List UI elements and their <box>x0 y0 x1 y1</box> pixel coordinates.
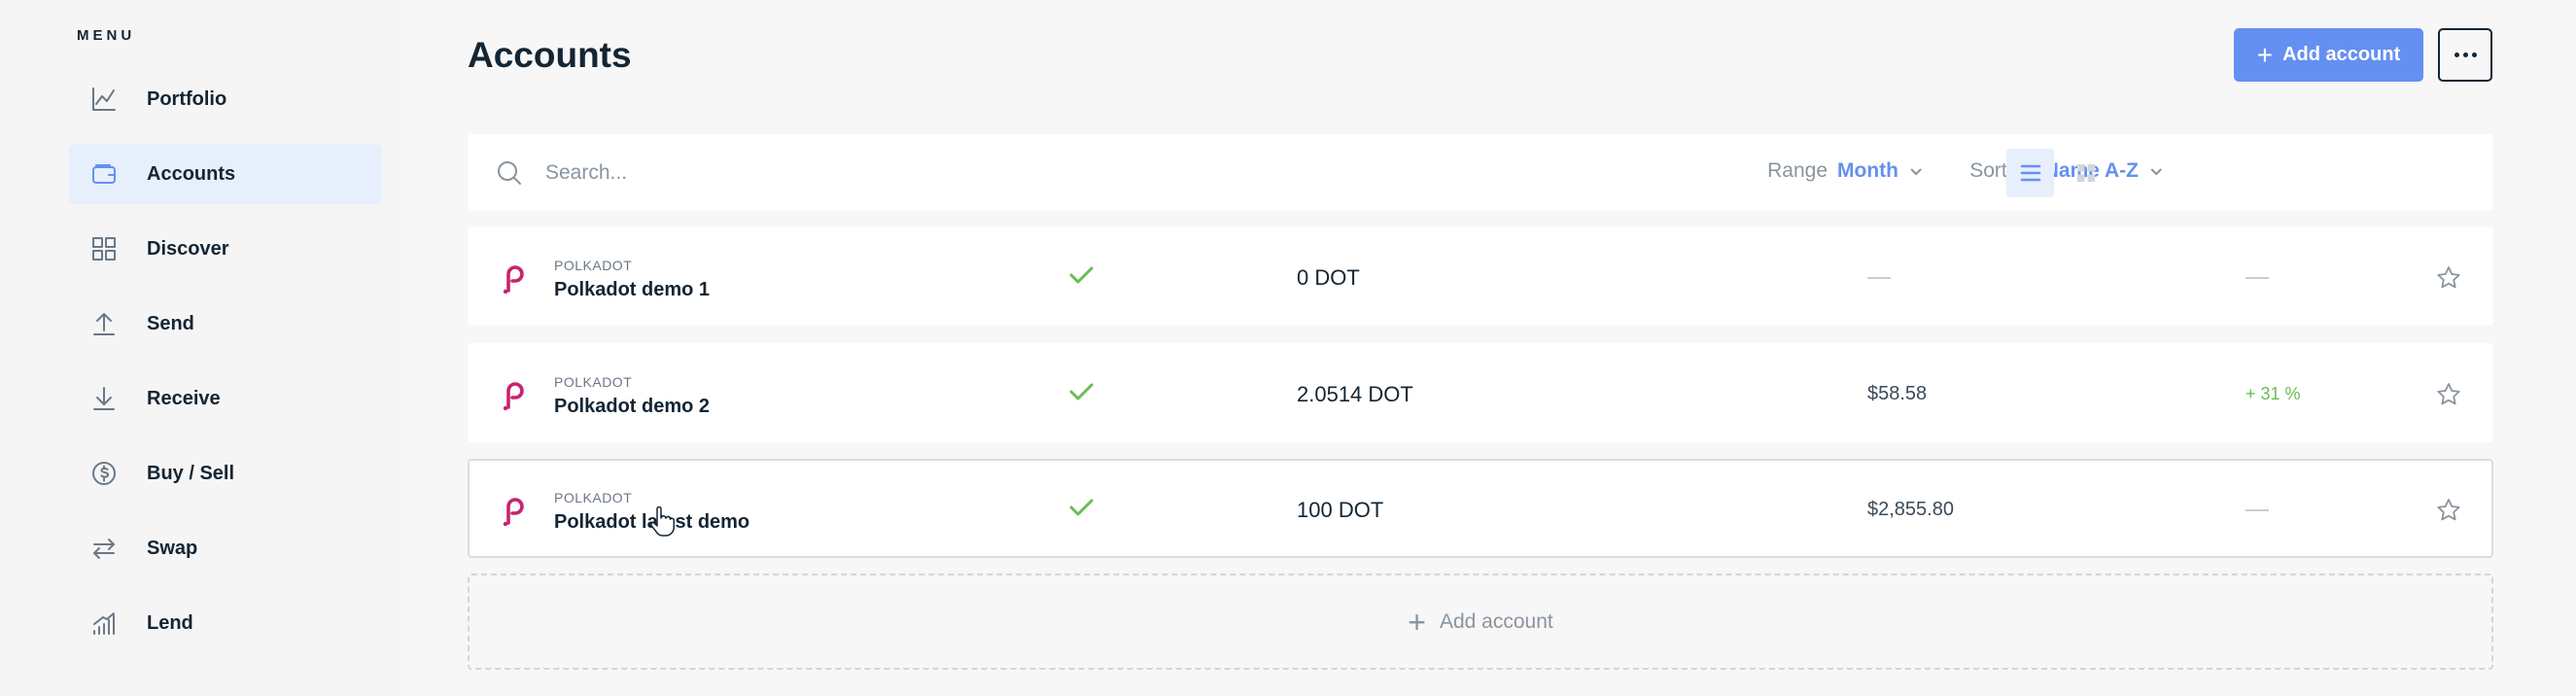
main-content: Accounts + Add account Range Month Sort … <box>406 0 2576 696</box>
synced-check-icon <box>1069 266 1094 284</box>
page-title: Accounts <box>468 35 632 75</box>
sidebar-item-lend[interactable]: Lend <box>69 593 382 653</box>
add-account-row-label: Add account <box>1439 609 1553 633</box>
account-change: + 31 % <box>2245 384 2301 403</box>
sidebar-item-label: Swap <box>147 537 198 559</box>
range-label: Range <box>1767 159 1828 182</box>
grid-icon <box>2076 164 2095 182</box>
sidebar-item-label: Discover <box>147 237 229 260</box>
add-account-button[interactable]: + Add account <box>2234 28 2423 82</box>
grid-icon <box>90 235 118 262</box>
sidebar-item-accounts[interactable]: Accounts <box>69 144 382 204</box>
arrow-down-icon <box>90 385 118 412</box>
account-ticker: POLKADOT <box>554 490 633 505</box>
wallet-icon <box>90 160 118 188</box>
chevron-down-icon <box>2150 168 2162 176</box>
more-options-button[interactable] <box>2438 28 2492 82</box>
account-balance: 0 DOT <box>1297 265 1360 290</box>
sidebar-item-label: Receive <box>147 387 221 409</box>
sidebar-item-send[interactable]: Send <box>69 294 382 354</box>
account-row[interactable]: POLKADOT Polkadot latest demo 100 DOT $2… <box>468 459 2493 558</box>
account-name: Polkadot demo 1 <box>554 279 711 300</box>
account-fiat-value: $2,855.80 <box>1867 499 1954 520</box>
sidebar-item-label: Buy / Sell <box>147 462 235 484</box>
account-row[interactable]: POLKADOT Polkadot demo 2 2.0514 DOT $58.… <box>468 343 2493 442</box>
plus-icon: + <box>1408 604 1426 640</box>
synced-check-icon <box>1069 383 1094 400</box>
arrow-up-icon <box>90 310 118 337</box>
account-row[interactable]: POLKADOT Polkadot demo 1 0 DOT <box>468 226 2493 326</box>
sidebar-item-discover[interactable]: Discover <box>69 219 382 279</box>
fiat-empty-dash <box>1867 277 1891 279</box>
sidebar: MENU Portfolio Accounts Discover Send Re… <box>0 0 406 696</box>
account-balance: 2.0514 DOT <box>1297 382 1413 406</box>
polkadot-icon <box>503 265 524 295</box>
account-ticker: POLKADOT <box>554 374 633 390</box>
add-account-label: Add account <box>2282 44 2401 65</box>
menu-title: MENU <box>77 27 136 44</box>
range-value: Month <box>1837 159 1898 182</box>
star-icon[interactable] <box>2436 382 2461 407</box>
search-icon <box>498 161 521 185</box>
list-icon <box>2020 164 2040 182</box>
change-empty-dash <box>2245 277 2269 279</box>
chart-line-icon <box>90 86 118 113</box>
account-name: Polkadot demo 2 <box>554 396 711 417</box>
sidebar-nav: Portfolio Accounts Discover Send Receive… <box>69 69 382 668</box>
list-view-toggle[interactable] <box>2006 149 2054 197</box>
synced-check-icon <box>1069 499 1094 516</box>
app-window: MENU Portfolio Accounts Discover Send Re… <box>0 0 2576 696</box>
bars-growth-icon <box>90 609 118 637</box>
dollar-circle-icon <box>90 460 118 487</box>
sidebar-item-label: Lend <box>147 611 193 634</box>
hand-cursor-icon <box>650 505 675 537</box>
plus-icon: + <box>2256 39 2274 70</box>
dot-icon <box>2454 52 2459 57</box>
sidebar-item-swap[interactable]: Swap <box>69 518 382 578</box>
swap-icon <box>90 535 118 562</box>
search-input[interactable] <box>545 156 1226 191</box>
dot-icon <box>2462 52 2468 57</box>
polkadot-icon <box>503 498 524 527</box>
range-dropdown[interactable]: Range Month <box>1767 159 1924 183</box>
sidebar-item-label: Portfolio <box>147 87 227 110</box>
account-fiat-value: $58.58 <box>1867 383 1928 404</box>
dot-icon <box>2471 52 2477 57</box>
sidebar-item-portfolio[interactable]: Portfolio <box>69 69 382 129</box>
star-icon[interactable] <box>2436 498 2461 523</box>
sidebar-item-label: Send <box>147 312 194 334</box>
sidebar-item-buy-sell[interactable]: Buy / Sell <box>69 443 382 504</box>
account-balance: 100 DOT <box>1297 498 1384 522</box>
grid-view-toggle[interactable] <box>2062 149 2109 197</box>
chevron-down-icon <box>1910 168 1922 176</box>
sidebar-item-label: Accounts <box>147 162 236 185</box>
sidebar-item-receive[interactable]: Receive <box>69 368 382 429</box>
add-account-row[interactable]: + Add account <box>468 574 2493 670</box>
change-empty-dash <box>2245 509 2269 511</box>
accounts-toolbar: Range Month Sort by Name A-Z <box>468 134 2493 211</box>
account-ticker: POLKADOT <box>554 258 633 273</box>
star-icon[interactable] <box>2436 265 2461 291</box>
polkadot-icon <box>503 382 524 411</box>
